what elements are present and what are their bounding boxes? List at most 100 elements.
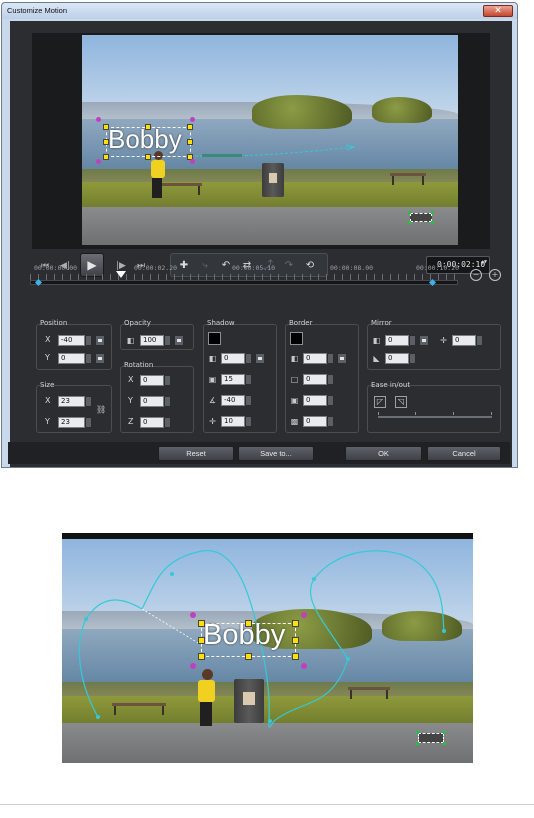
resize-handle[interactable] xyxy=(292,637,299,644)
border-opacity-preset-button[interactable] xyxy=(337,353,347,364)
end-handle[interactable] xyxy=(408,211,411,214)
mirror-fade-field[interactable]: 0 xyxy=(385,353,409,364)
ease-in-icon[interactable]: ◸ xyxy=(374,396,386,408)
end-handle[interactable] xyxy=(408,221,411,224)
resize-handle[interactable] xyxy=(187,139,193,145)
link-aspect-icon[interactable]: ⛓ xyxy=(96,405,106,414)
border-blur-field[interactable]: 0 xyxy=(303,395,327,406)
end-handle[interactable] xyxy=(431,211,434,214)
border-transparency-spinner[interactable] xyxy=(327,416,334,427)
border-opacity-field[interactable]: 0 xyxy=(303,353,327,364)
resize-handle[interactable] xyxy=(198,620,205,627)
playhead[interactable] xyxy=(116,271,126,278)
border-transparency-field[interactable]: 0 xyxy=(303,416,327,427)
opacity-spinner[interactable] xyxy=(164,335,171,346)
position-y-spinner[interactable] xyxy=(85,353,92,364)
resize-handle[interactable] xyxy=(145,124,151,130)
rotate-handle[interactable] xyxy=(96,117,101,122)
ease-slider-tick xyxy=(378,412,379,415)
timecode-spinner[interactable]: ▲▼ xyxy=(481,259,487,265)
end-handle[interactable] xyxy=(443,731,446,734)
zoom-in-icon[interactable]: + xyxy=(489,269,501,281)
resize-handle[interactable] xyxy=(245,620,252,627)
border-width-spinner[interactable] xyxy=(327,374,334,385)
resize-handle[interactable] xyxy=(103,124,109,130)
shadow-distance-spinner[interactable] xyxy=(245,416,252,427)
size-y-spinner[interactable] xyxy=(85,417,92,428)
rotation-x-spinner[interactable] xyxy=(164,375,171,386)
save-to-button[interactable]: Save to... xyxy=(238,446,314,461)
rotation-z-spinner[interactable] xyxy=(164,417,171,428)
shadow-opacity-field[interactable]: 0 xyxy=(221,353,245,364)
size-y-field[interactable]: 23 xyxy=(58,417,85,428)
resize-handle[interactable] xyxy=(292,653,299,660)
shadow-direction-spinner[interactable] xyxy=(245,395,252,406)
resize-handle[interactable] xyxy=(103,139,109,145)
size-x-spinner[interactable] xyxy=(85,396,92,407)
resize-handle[interactable] xyxy=(292,620,299,627)
shadow-opacity-icon: ◧ xyxy=(208,354,217,363)
zoom-out-icon[interactable]: − xyxy=(470,269,482,281)
shadow-opacity-spinner[interactable] xyxy=(245,353,252,364)
mirror-distance-field[interactable]: 0 xyxy=(452,335,476,346)
end-handle[interactable] xyxy=(416,731,419,734)
rotate-handle[interactable] xyxy=(190,159,195,164)
resize-handle[interactable] xyxy=(198,653,205,660)
position-x-preset-button[interactable] xyxy=(95,335,105,346)
ok-button[interactable]: OK xyxy=(345,446,422,461)
shadow-label: Shadow xyxy=(207,319,235,327)
resize-handle[interactable] xyxy=(103,154,109,160)
opacity-field[interactable]: 100 xyxy=(140,335,164,346)
size-x-field[interactable]: 23 xyxy=(58,396,85,407)
rotate-handle[interactable] xyxy=(190,663,196,669)
mirror-opacity-preset-button[interactable] xyxy=(419,335,429,346)
keyframe-track[interactable] xyxy=(30,280,458,285)
preview-image[interactable]: Bobby xyxy=(82,35,458,245)
shadow-blur-field[interactable]: 15 xyxy=(221,374,245,385)
resize-handle[interactable] xyxy=(245,653,252,660)
mirror-distance-spinner[interactable] xyxy=(476,335,483,346)
mirror-opacity-spinner[interactable] xyxy=(409,335,416,346)
rotation-y-spinner[interactable] xyxy=(164,396,171,407)
end-handle[interactable] xyxy=(416,742,419,745)
end-handle[interactable] xyxy=(443,742,446,745)
shadow-distance-field[interactable]: 10 xyxy=(221,416,245,427)
rotation-x-field[interactable]: 0 xyxy=(140,375,164,386)
rotation-y-field[interactable]: 0 xyxy=(140,396,164,407)
timeline-ruler[interactable]: 00:00:00.00 00:00:02.20 00:00:05.10 00:0… xyxy=(30,262,459,288)
resize-handle[interactable] xyxy=(145,154,151,160)
shadow-opacity-preset-button[interactable] xyxy=(255,353,265,364)
border-color-swatch[interactable] xyxy=(290,332,303,345)
mirror-fade-spinner[interactable] xyxy=(409,353,416,364)
end-position-box[interactable] xyxy=(410,213,432,222)
position-x-spinner[interactable] xyxy=(85,335,92,346)
border-opacity-icon: ◧ xyxy=(290,354,299,363)
position-y-preset-button[interactable] xyxy=(95,353,105,364)
ease-out-icon[interactable]: ◹ xyxy=(395,396,407,408)
reset-button[interactable]: Reset xyxy=(158,446,234,461)
resize-handle[interactable] xyxy=(198,637,205,644)
rotate-handle[interactable] xyxy=(301,663,307,669)
size-label: Size xyxy=(40,381,55,389)
rotate-handle[interactable] xyxy=(96,159,101,164)
border-blur-spinner[interactable] xyxy=(327,395,334,406)
end-position-box[interactable] xyxy=(418,733,444,743)
resize-handle[interactable] xyxy=(187,124,193,130)
rotate-handle[interactable] xyxy=(190,612,196,618)
mirror-opacity-field[interactable]: 0 xyxy=(385,335,409,346)
rotation-z-field[interactable]: 0 xyxy=(140,417,164,428)
border-width-field[interactable]: 0 xyxy=(303,374,327,385)
cancel-button[interactable]: Cancel xyxy=(427,446,501,461)
ease-slider[interactable] xyxy=(378,416,492,418)
position-x-field[interactable]: -40 xyxy=(58,335,85,346)
close-button[interactable]: ✕ xyxy=(483,5,513,17)
border-opacity-spinner[interactable] xyxy=(327,353,334,364)
end-handle[interactable] xyxy=(431,221,434,224)
position-y-field[interactable]: 0 xyxy=(58,353,85,364)
rotate-handle[interactable] xyxy=(190,117,195,122)
opacity-preset-button[interactable] xyxy=(174,335,184,346)
shadow-color-swatch[interactable] xyxy=(208,332,221,345)
rotate-handle[interactable] xyxy=(301,612,307,618)
shadow-direction-field[interactable]: -40 xyxy=(221,395,245,406)
shadow-blur-spinner[interactable] xyxy=(245,374,252,385)
